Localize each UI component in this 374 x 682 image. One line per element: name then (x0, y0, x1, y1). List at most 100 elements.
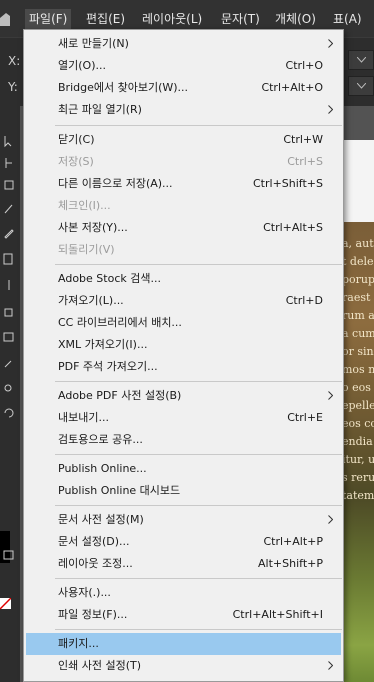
menu-item-shortcut: Ctrl+Alt+S (263, 221, 323, 234)
canvas-text-line: porup (342, 273, 374, 286)
menu-item-label: 되돌리기(V) (58, 243, 115, 256)
menu-item-close[interactable]: 닫기(C) Ctrl+W (24, 129, 343, 151)
menu-item-shortcut: Ctrl+Alt+O (261, 81, 323, 94)
canvas-text-line: epeller (342, 399, 374, 412)
menu-item-label: 문서 사전 설정(M) (58, 513, 144, 526)
menu-item-label: Publish Online 대시보드 (58, 484, 181, 497)
pencil-tool-icon[interactable] (2, 226, 16, 240)
canvas-text-line: itur, u (342, 453, 374, 466)
submenu-arrow-icon (328, 661, 333, 670)
menu-item-search-adobe-stock[interactable]: Adobe Stock 검색... (24, 268, 343, 290)
menu-item-export[interactable]: 내보내기... Ctrl+E (24, 407, 343, 429)
menu-item-import-pdf-comments[interactable]: PDF 주석 가져오기... (24, 356, 343, 378)
menu-item-shortcut: Ctrl+W (283, 133, 323, 146)
direct-selection-tool-icon[interactable] (2, 134, 16, 148)
menu-item-open[interactable]: 열기(O)... Ctrl+O (24, 55, 343, 77)
menu-item-label: XML 가져오기(I)... (58, 338, 148, 351)
menu-item-label: 새로 만들기(N) (58, 37, 129, 50)
rotate-icon[interactable] (2, 406, 16, 420)
menu-separator (55, 505, 342, 506)
menu-item-label: 가져오기(L)... (58, 294, 124, 307)
menu-object[interactable]: 개체(O) (271, 9, 320, 29)
page-tool-icon[interactable] (2, 156, 16, 170)
menu-item-publish-online-dashboard[interactable]: Publish Online 대시보드 (24, 480, 343, 502)
menu-item-adobe-pdf-presets[interactable]: Adobe PDF 사전 설정(B) (24, 385, 343, 407)
chevron-down-icon (357, 57, 366, 63)
menu-table[interactable]: 표(A) (329, 9, 366, 29)
menu-item-label: 최근 파일 열기(R) (58, 103, 142, 116)
menu-item-label: Publish Online... (58, 462, 147, 475)
canvas-text-line: mos n (342, 363, 374, 376)
menu-item-label: 사용자(.)... (58, 586, 111, 599)
menu-item-save-as[interactable]: 다른 이름으로 저장(A)... Ctrl+Shift+S (24, 173, 343, 195)
menu-layout[interactable]: 레이아웃(L) (138, 9, 206, 29)
menu-item-shortcut: Alt+Shift+P (258, 557, 323, 570)
zoom-tool-icon[interactable] (2, 382, 16, 396)
menu-item-browse-in-bridge[interactable]: Bridge에서 찾아보기(W)... Ctrl+Alt+O (24, 77, 343, 99)
menu-item-label: 다른 이름으로 저장(A)... (58, 177, 173, 190)
menu-item-import-xml[interactable]: XML 가져오기(I)... (24, 334, 343, 356)
menu-item-revert: 되돌리기(V) (24, 239, 343, 261)
menu-item-open-recent[interactable]: 최근 파일 열기(R) (24, 99, 343, 121)
screen-mode-icon[interactable] (2, 548, 16, 562)
menu-item-shortcut: Ctrl+E (287, 411, 323, 424)
menu-item-share-for-review[interactable]: 검토용으로 공유... (24, 429, 343, 451)
menu-item-label: 인쇄 사전 설정(T) (58, 659, 142, 672)
line-tool-icon[interactable] (2, 278, 16, 292)
menu-item-place-from-cc-libraries[interactable]: CC 라이브러리에서 배치... (24, 312, 343, 334)
menu-item-shortcut: Ctrl+O (285, 59, 323, 72)
menu-type[interactable]: 문자(T) (217, 9, 264, 29)
menu-item-shortcut: Ctrl+S (287, 155, 323, 168)
pen-tool-icon[interactable] (2, 202, 16, 216)
menu-item-new[interactable]: 새로 만들기(N) (24, 33, 343, 55)
menu-item-label: 사본 저장(Y)... (58, 221, 128, 234)
menu-item-package[interactable]: 패키지... (26, 633, 341, 655)
menu-item-shortcut: Ctrl+Shift+S (253, 177, 323, 190)
document-artwork: a, aut t dele porup raest rum a a cum or… (340, 222, 374, 682)
menu-item-document-setup[interactable]: 문서 설정(D)... Ctrl+Alt+P (24, 531, 343, 553)
menu-item-document-presets[interactable]: 문서 사전 설정(M) (24, 509, 343, 531)
y-dropdown[interactable] (348, 76, 374, 96)
canvas-text-line: a, aut (342, 237, 374, 250)
menu-separator (55, 264, 342, 265)
menu-item-label: 열기(O)... (58, 59, 106, 72)
eyedropper-tool-icon[interactable] (2, 356, 16, 370)
menu-separator (55, 578, 342, 579)
menu-item-print-presets[interactable]: 인쇄 사전 설정(T) (24, 655, 343, 677)
menu-item-label: 체크인(I)... (58, 199, 111, 212)
menu-item-publish-online[interactable]: Publish Online... (24, 458, 343, 480)
file-menu-dropdown: 새로 만들기(N) 열기(O)... Ctrl+O Bridge에서 찾아보기(… (23, 29, 344, 682)
home-icon[interactable] (0, 12, 10, 26)
chevron-down-icon (357, 83, 366, 89)
submenu-arrow-icon (328, 391, 333, 400)
none-swatch-icon[interactable] (0, 598, 11, 609)
menu-item-shortcut: Ctrl+Alt+P (263, 535, 323, 548)
menu-separator (55, 125, 342, 126)
menu-item-shortcut: Ctrl+Alt+Shift+I (232, 608, 323, 621)
menu-item-adjust-layout[interactable]: 레이아웃 조정... Alt+Shift+P (24, 553, 343, 575)
menu-item-label: 레이아웃 조정... (58, 557, 133, 570)
menu-file[interactable]: 파일(F) (25, 9, 72, 29)
menu-item-label: Adobe Stock 검색... (58, 272, 161, 285)
canvas-text-line: a cum (342, 327, 374, 340)
menu-item-shortcut: Ctrl+D (285, 294, 323, 307)
gap-tool-icon[interactable] (2, 178, 16, 192)
canvas-text-line: o eos (342, 381, 371, 394)
menu-item-file-info[interactable]: 파일 정보(F)... Ctrl+Alt+Shift+I (24, 604, 343, 626)
rectangle-frame-tool-icon[interactable] (2, 252, 16, 266)
menu-edit[interactable]: 편집(E) (82, 9, 129, 29)
menu-item-user[interactable]: 사용자(.)... (24, 582, 343, 604)
page-canvas (340, 140, 374, 222)
menu-separator (55, 381, 342, 382)
menu-item-label: 패키지... (58, 637, 99, 650)
menu-item-label: 문서 설정(D)... (58, 535, 130, 548)
menu-item-place[interactable]: 가져오기(L)... Ctrl+D (24, 290, 343, 312)
canvas-text-line: t dele (342, 255, 374, 268)
menu-item-label: Bridge에서 찾아보기(W)... (58, 81, 189, 94)
menu-separator (55, 454, 342, 455)
free-transform-tool-icon[interactable] (2, 306, 16, 320)
gradient-tool-icon[interactable] (2, 330, 16, 344)
menu-item-label: 저장(S) (58, 155, 94, 168)
x-dropdown[interactable] (348, 50, 374, 70)
menu-item-save-copy[interactable]: 사본 저장(Y)... Ctrl+Alt+S (24, 217, 343, 239)
